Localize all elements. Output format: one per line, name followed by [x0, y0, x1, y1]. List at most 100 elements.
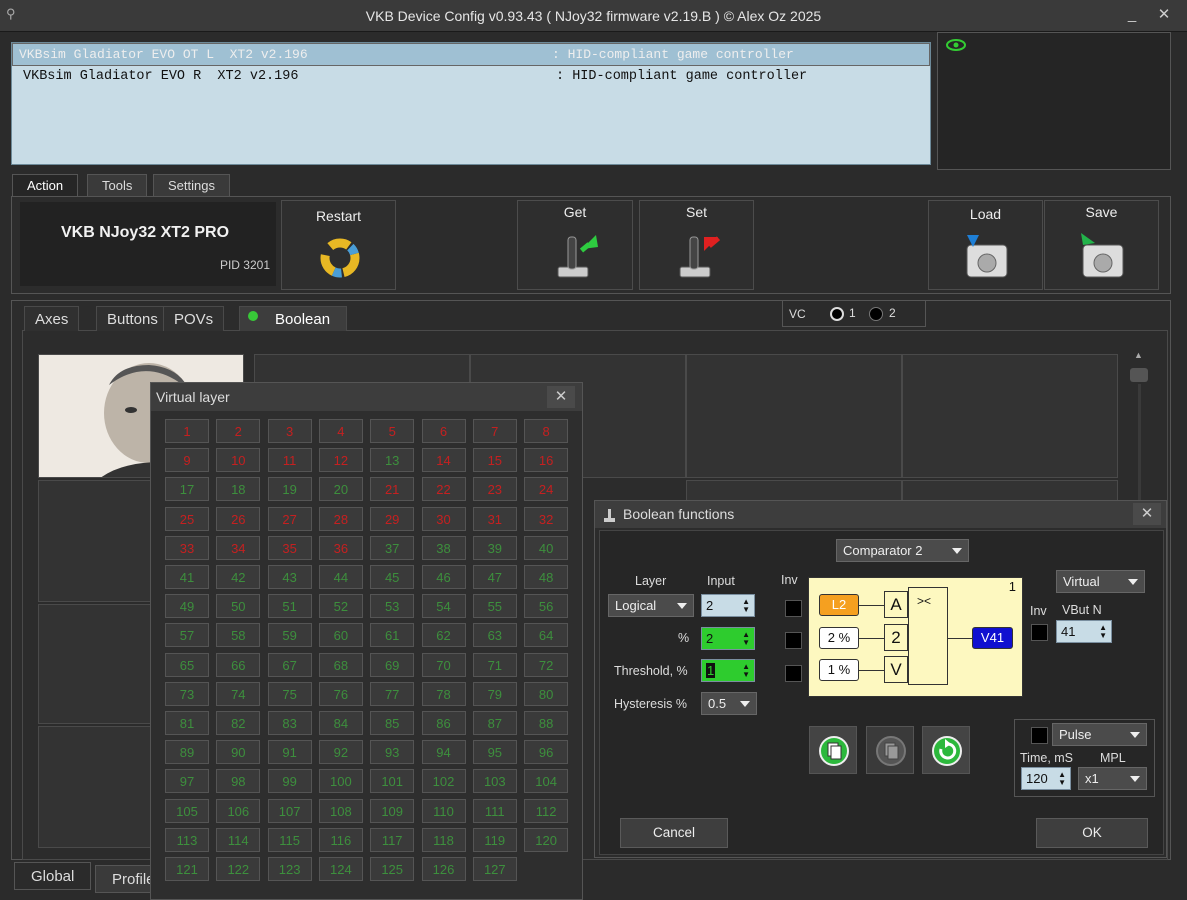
inv-checkbox-a[interactable]: [785, 600, 802, 617]
get-button[interactable]: Get: [517, 200, 633, 290]
tab-axes[interactable]: Axes: [24, 306, 80, 331]
virtual-button[interactable]: 6: [421, 419, 466, 443]
virtual-button[interactable]: 106: [216, 798, 261, 823]
virtual-button[interactable]: 47: [472, 565, 517, 589]
virtual-button[interactable]: 70: [421, 652, 466, 677]
virtual-button[interactable]: 74: [216, 681, 261, 706]
time-spinbox[interactable]: 120 ▲ ▼: [1021, 767, 1071, 790]
virtual-button[interactable]: 88: [524, 711, 569, 735]
paste-button[interactable]: [866, 726, 914, 774]
virtual-button[interactable]: 56: [524, 594, 569, 619]
virtual-button[interactable]: 125: [370, 857, 415, 881]
pulse-checkbox[interactable]: [1031, 727, 1048, 744]
virtual-button[interactable]: 112: [524, 798, 569, 823]
virtual-button[interactable]: 127: [472, 857, 517, 881]
virtual-button[interactable]: 53: [370, 594, 415, 619]
virtual-button[interactable]: 17: [165, 477, 209, 502]
virtual-button[interactable]: 98: [216, 769, 261, 794]
virtual-button[interactable]: 69: [370, 652, 415, 677]
tab-povs[interactable]: POVs: [163, 306, 225, 331]
virtual-button[interactable]: 87: [472, 711, 517, 735]
virtual-button[interactable]: 20: [318, 477, 363, 502]
virtual-button[interactable]: 121: [165, 857, 209, 881]
virtual-button[interactable]: 3: [267, 419, 312, 443]
virtual-button[interactable]: 124: [318, 857, 363, 881]
virtual-button[interactable]: 61: [370, 623, 415, 648]
virtual-button[interactable]: 113: [165, 827, 209, 852]
virtual-button[interactable]: 16: [524, 448, 569, 473]
threshold-spinbox[interactable]: 1 ▲ ▼: [701, 659, 755, 682]
spin-up-icon[interactable]: ▲: [1058, 771, 1066, 779]
virtual-button[interactable]: 25: [165, 506, 209, 531]
virtual-button[interactable]: 102: [421, 769, 466, 794]
pulse-select[interactable]: Pulse: [1052, 723, 1147, 746]
virtual-button[interactable]: 72: [524, 652, 569, 677]
cancel-button[interactable]: Cancel: [620, 818, 728, 848]
minimize-button[interactable]: _: [1118, 4, 1146, 28]
virtual-button[interactable]: 35: [267, 535, 312, 560]
input-a-box[interactable]: L2: [819, 594, 859, 616]
virtual-button[interactable]: 76: [318, 681, 363, 706]
virtual-button[interactable]: 45: [370, 565, 415, 589]
virtual-button[interactable]: 4: [318, 419, 363, 443]
virtual-button[interactable]: 43: [267, 565, 312, 589]
virtual-button[interactable]: 9: [165, 448, 209, 473]
virtual-button[interactable]: 83: [267, 711, 312, 735]
virtual-button[interactable]: 15: [472, 448, 517, 473]
function-select[interactable]: Comparator 2: [836, 539, 969, 562]
virtual-button[interactable]: 86: [421, 711, 466, 735]
save-button[interactable]: Save: [1044, 200, 1159, 290]
virtual-button[interactable]: 40: [524, 535, 569, 560]
virtual-button[interactable]: 108: [318, 798, 363, 823]
virtual-button[interactable]: 12: [318, 448, 363, 473]
virtual-button[interactable]: 11: [267, 448, 312, 473]
virtual-button[interactable]: 55: [472, 594, 517, 619]
grid-cell[interactable]: [686, 354, 902, 478]
inv-checkbox-v[interactable]: [785, 665, 802, 682]
spin-down-icon[interactable]: ▼: [742, 671, 750, 679]
virtual-button[interactable]: 109: [370, 798, 415, 823]
virtual-button[interactable]: 2: [216, 419, 261, 443]
virtual-button[interactable]: 103: [472, 769, 517, 794]
virtual-button[interactable]: 97: [165, 769, 209, 794]
virtual-button[interactable]: 95: [472, 740, 517, 765]
input-v-box[interactable]: 1 %: [819, 659, 859, 681]
spin-up-icon[interactable]: ▲: [742, 631, 750, 639]
virtual-button[interactable]: 5: [370, 419, 415, 443]
virtual-button[interactable]: 19: [267, 477, 312, 502]
restart-button[interactable]: Restart: [281, 200, 396, 290]
virtual-button[interactable]: 59: [267, 623, 312, 648]
virtual-button[interactable]: 122: [216, 857, 261, 881]
virtual-button[interactable]: 1: [165, 419, 209, 443]
device-row[interactable]: VKBsim Gladiator EVO R XT2 v2.196: HID-c…: [12, 66, 930, 88]
virtual-button[interactable]: 73: [165, 681, 209, 706]
spin-up-icon[interactable]: ▲: [742, 663, 750, 671]
virtual-button[interactable]: 14: [421, 448, 466, 473]
virtual-button[interactable]: 126: [421, 857, 466, 881]
tab-buttons[interactable]: Buttons: [96, 306, 169, 331]
output-box[interactable]: V41: [972, 627, 1013, 649]
virtual-button[interactable]: 79: [472, 681, 517, 706]
grid-cell[interactable]: [686, 480, 902, 502]
virtual-button[interactable]: 105: [165, 798, 209, 823]
virtual-button[interactable]: 29: [370, 506, 415, 531]
vc-radio-1[interactable]: [830, 307, 844, 321]
virtual-button[interactable]: 119: [472, 827, 517, 852]
virtual-button[interactable]: 104: [524, 769, 569, 794]
virtual-button[interactable]: 100: [318, 769, 363, 794]
virtual-button[interactable]: 51: [267, 594, 312, 619]
virtual-button[interactable]: 50: [216, 594, 261, 619]
virtual-button[interactable]: 118: [421, 827, 466, 852]
virtual-button[interactable]: 66: [216, 652, 261, 677]
spin-down-icon[interactable]: ▼: [742, 639, 750, 647]
virtual-button[interactable]: 82: [216, 711, 261, 735]
virtual-button[interactable]: 21: [370, 477, 415, 502]
virtual-button[interactable]: 94: [421, 740, 466, 765]
virtual-button[interactable]: 44: [318, 565, 363, 589]
inv-checkbox-2[interactable]: [785, 632, 802, 649]
mpl-select[interactable]: x1: [1078, 767, 1147, 790]
virtual-button[interactable]: 96: [524, 740, 569, 765]
output-type-select[interactable]: Virtual: [1056, 570, 1145, 593]
virtual-button[interactable]: 115: [267, 827, 312, 852]
virtual-button[interactable]: 90: [216, 740, 261, 765]
